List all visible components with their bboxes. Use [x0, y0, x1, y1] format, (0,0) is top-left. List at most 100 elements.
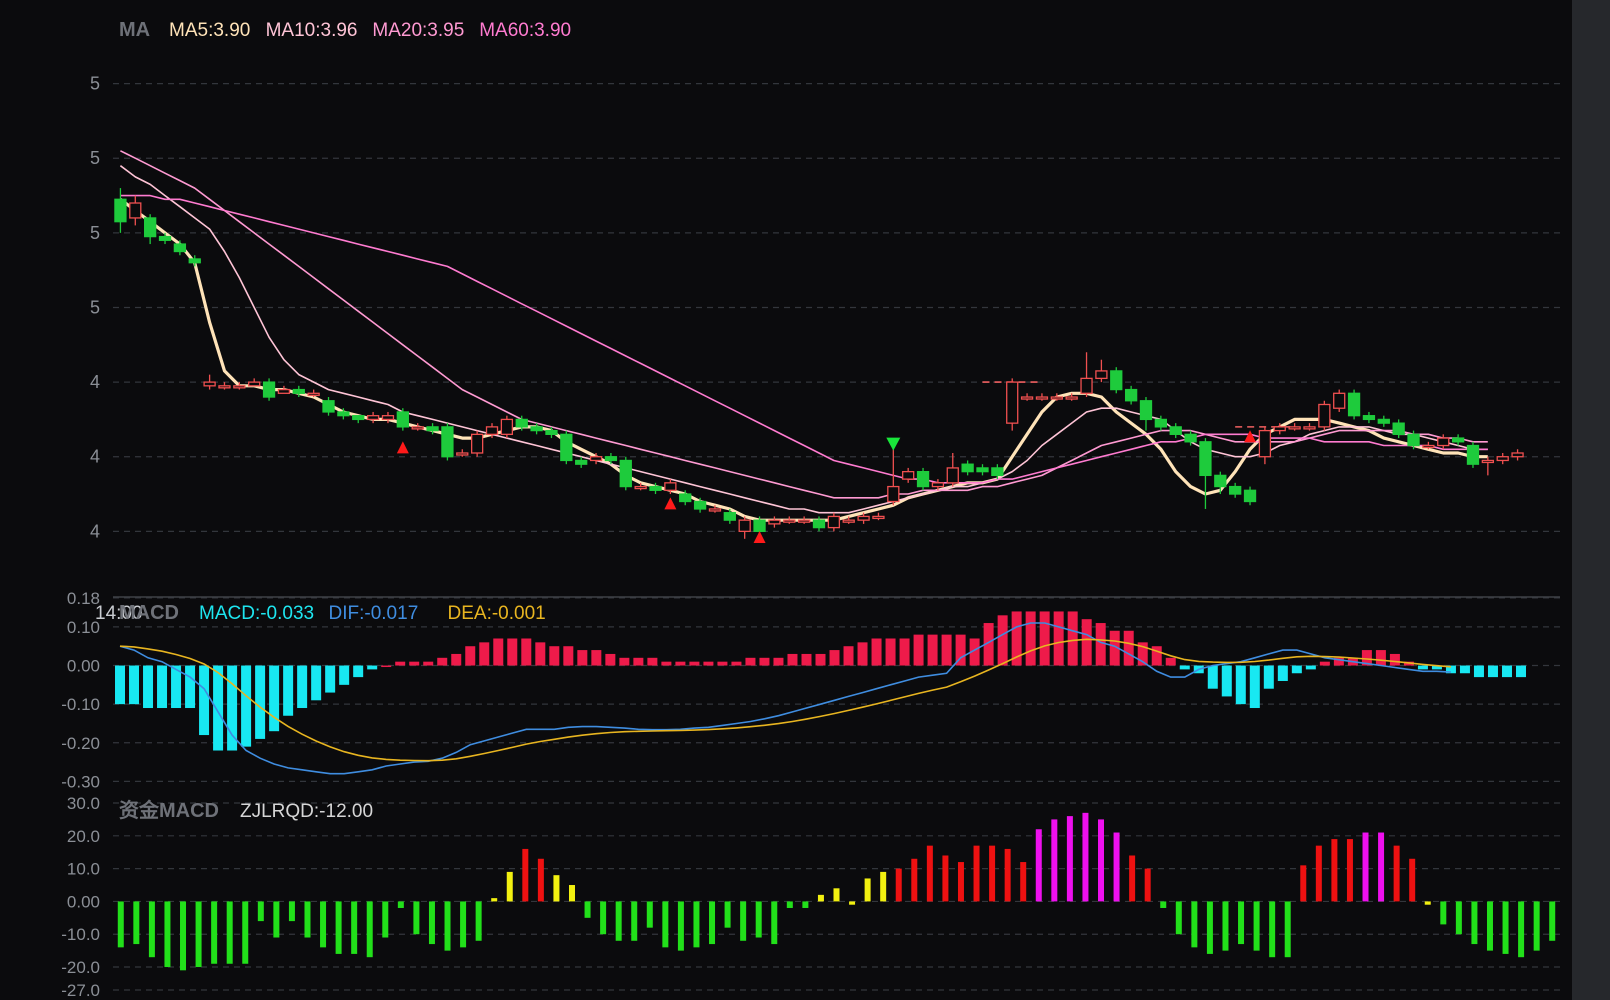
fund-bar — [428, 901, 435, 945]
macd-bar — [199, 665, 210, 736]
macd-bar — [787, 653, 798, 666]
macd-bar — [423, 661, 434, 666]
fund-bar — [1471, 901, 1478, 945]
macd-bar — [1249, 665, 1260, 709]
main-legend-2: MA10:3.96 — [266, 20, 358, 41]
fund-bar — [709, 901, 716, 945]
fund-bar — [926, 845, 933, 902]
macd-bar — [605, 653, 616, 666]
macd-bar — [241, 665, 252, 747]
candle-body — [1258, 429, 1272, 458]
macd-bar — [1221, 665, 1232, 697]
candle-body — [1288, 426, 1301, 430]
macd-bar — [1389, 653, 1400, 666]
main-y-tick-label: 5 — [90, 74, 100, 94]
fund-bar — [740, 901, 747, 941]
ma-line-ma5 — [119, 198, 1488, 522]
macd-bar — [689, 661, 700, 666]
candle-body — [188, 258, 201, 264]
fund-bar — [1502, 901, 1509, 954]
candle-body — [768, 519, 781, 525]
macd-y-tick-label: -0.30 — [61, 772, 100, 791]
macd-y-tick-label: -0.20 — [61, 734, 100, 753]
candle-body — [693, 500, 707, 510]
main-y-tick-label: 4 — [90, 372, 100, 392]
fund-bar — [226, 901, 233, 964]
fund-bar — [320, 901, 327, 948]
macd-legend-1: MACD:-0.033 — [199, 603, 314, 624]
macd-bar — [1053, 611, 1064, 666]
candle-body — [961, 463, 974, 473]
macd-bar — [1081, 619, 1092, 666]
macd-bar — [479, 642, 490, 666]
candle-body — [1273, 426, 1286, 432]
candle-body — [337, 411, 350, 417]
candle-body — [649, 485, 662, 491]
main-panel-title: MA — [119, 19, 150, 41]
fund-bar — [1082, 812, 1089, 902]
chart-canvas: 5 5 5 5 4 4 4 MA MA5:3.90 MA10:3.96 MA20:3.95 MA60:… — [61, 19, 1560, 1000]
candle-body — [1466, 444, 1480, 465]
macd-bar — [1417, 665, 1428, 670]
macd-bar — [549, 646, 560, 666]
macd-bar — [269, 665, 280, 732]
candle-body — [1347, 392, 1361, 417]
macd-bar — [591, 650, 602, 666]
macd-bar — [1277, 665, 1288, 681]
macd-bar — [1095, 623, 1106, 666]
candle-body — [1243, 489, 1257, 503]
fund-y-tick-label: 30.0 — [67, 794, 100, 813]
fund-bar — [491, 898, 498, 902]
fund-bar — [1362, 832, 1369, 902]
fund-bar — [553, 875, 560, 902]
fund-bar — [1175, 901, 1182, 935]
macd-bar — [885, 638, 896, 666]
macd-bar — [465, 646, 476, 666]
macd-bar — [1305, 665, 1316, 670]
candle-body — [500, 418, 514, 435]
candle-body — [991, 467, 1004, 477]
fund-bar — [1113, 832, 1120, 902]
candle-body — [1511, 452, 1524, 458]
fund-bar — [1066, 816, 1073, 902]
candle-body — [797, 519, 811, 523]
macd-bar — [843, 646, 854, 666]
fund-bar — [1238, 901, 1245, 945]
candle-body — [1169, 426, 1182, 435]
candle-body — [1437, 437, 1450, 447]
candle-body — [589, 456, 603, 462]
macd-bar — [395, 661, 406, 666]
candle-body — [723, 512, 736, 521]
candle-body — [485, 426, 499, 435]
macd-bar — [773, 657, 784, 666]
fund-bar — [351, 901, 358, 954]
macd-bar — [535, 642, 546, 666]
main-y-tick-label: 4 — [90, 521, 100, 541]
macd-bar — [913, 634, 924, 666]
fund-bar — [771, 901, 778, 945]
macd-bar — [157, 665, 168, 709]
fund-bar — [397, 901, 404, 908]
macd-bar — [325, 665, 336, 693]
candle-body — [1139, 400, 1153, 421]
macd-bar — [507, 638, 518, 666]
macd-legend-2: DIF:-0.017 — [329, 603, 419, 624]
fund-bar — [1533, 901, 1540, 951]
fund-bar — [942, 855, 949, 902]
macd-bar — [577, 650, 588, 666]
fund-bar — [273, 901, 280, 938]
candle-body — [1006, 381, 1019, 424]
fund-bar — [631, 901, 638, 941]
candle-body — [619, 459, 632, 488]
macd-bar — [1235, 665, 1246, 705]
fund-bar — [1549, 901, 1556, 941]
macd-bar — [437, 657, 448, 666]
candle-body — [1124, 388, 1138, 402]
candle-body — [1050, 396, 1063, 400]
fund-bar — [677, 901, 684, 951]
candle-body — [931, 482, 945, 488]
candle-body — [1065, 396, 1078, 400]
candle-body — [352, 415, 365, 421]
fund-bar — [1129, 855, 1136, 902]
buy-signal-triangle — [753, 530, 766, 543]
